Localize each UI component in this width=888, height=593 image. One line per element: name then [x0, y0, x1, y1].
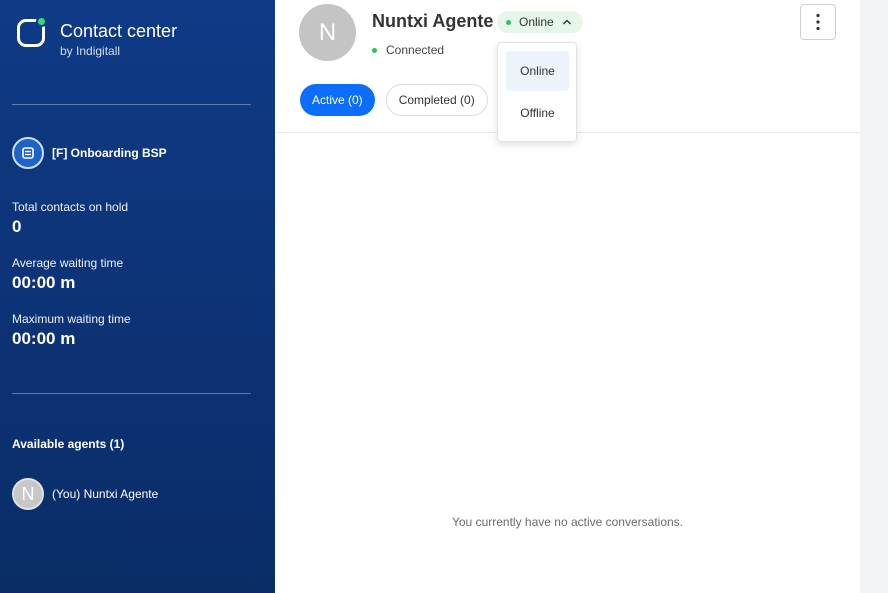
brand-title: Contact center [60, 21, 178, 41]
status-label: Online [519, 15, 554, 29]
conversation-tabs: Active (0) Completed (0) [300, 84, 488, 116]
avatar: N [12, 478, 44, 510]
connection-label: Connected [386, 43, 445, 57]
queue-name: [F] Onboarding BSP [52, 146, 167, 160]
tab-completed[interactable]: Completed (0) [385, 84, 488, 116]
stat-label: Total contacts on hold [12, 200, 129, 214]
status-toggle-button[interactable]: Online [497, 11, 583, 33]
brand: Contact center by Indigitall [17, 16, 177, 58]
sidebar: Contact center by Indigitall [F] Onboard… [0, 0, 275, 593]
connection-status: Connected [372, 43, 444, 57]
queue-selector[interactable]: [F] Onboarding BSP [12, 137, 167, 169]
logo-icon [17, 16, 47, 47]
stat-value: 00:00 m [12, 273, 76, 292]
brand-subtitle: by Indigitall [60, 44, 121, 58]
agents-title: Available agents (1) [12, 437, 125, 451]
agent-name: (You) Nuntxi Agente [52, 487, 159, 501]
agent-list-item[interactable]: N (You) Nuntxi Agente [12, 478, 158, 510]
stat-total-on-hold: Total contacts on hold 0 [12, 200, 128, 237]
empty-state-message: You currently have no active conversatio… [451, 515, 684, 529]
stat-label: Average waiting time [12, 256, 124, 270]
right-gutter [860, 0, 888, 593]
divider [12, 393, 251, 394]
divider [12, 104, 251, 105]
more-options-button[interactable] [800, 4, 836, 40]
queue-icon [12, 137, 44, 169]
user-name: Nuntxi Agente [372, 11, 494, 31]
avatar: N [299, 4, 356, 61]
stat-value: 00:00 m [12, 329, 76, 348]
chevron-up-icon [562, 19, 571, 25]
stat-label: Maximum waiting time [12, 312, 131, 326]
connected-dot-icon [372, 47, 377, 53]
kebab-menu-icon [816, 13, 820, 31]
stat-value: 0 [12, 217, 22, 236]
stat-average-waiting: Average waiting time 00:00 m [12, 256, 123, 293]
tab-active[interactable]: Active (0) [300, 84, 375, 116]
status-dropdown: Online Offline [497, 42, 577, 142]
status-option-offline[interactable]: Offline [506, 93, 569, 133]
status-option-online[interactable]: Online [506, 51, 569, 91]
online-dot-icon [506, 19, 511, 25]
stat-maximum-waiting: Maximum waiting time 00:00 m [12, 312, 131, 349]
main-panel: N Nuntxi Agente Online Connected Active … [275, 0, 860, 593]
